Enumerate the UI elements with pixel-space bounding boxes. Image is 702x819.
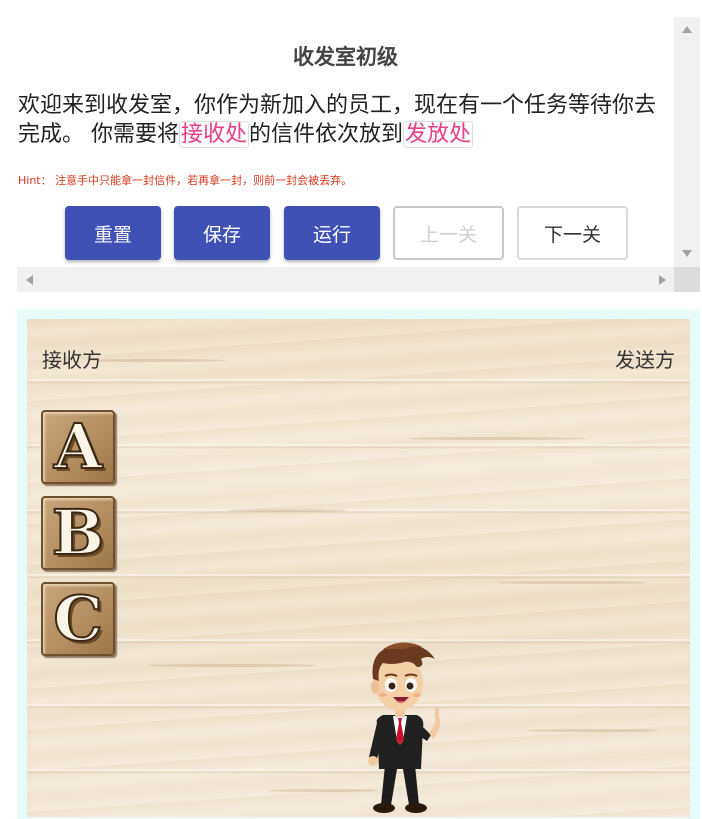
- scroll-left-icon[interactable]: [26, 275, 33, 285]
- send-area-highlight: 发放处: [403, 121, 474, 148]
- level-description: 欢迎来到收发室，你作为新加入的员工，现在有一个任务等待你去完成。 你需要将接收处…: [18, 91, 674, 149]
- letter-b-label: B: [51, 496, 105, 569]
- save-button[interactable]: 保存: [174, 206, 270, 260]
- instruction-panel: 收发室初级 欢迎来到收发室，你作为新加入的员工，现在有一个任务等待你去完成。 你…: [17, 17, 700, 292]
- wood-grain: [147, 664, 317, 667]
- instruction-content: 收发室初级 欢迎来到收发室，你作为新加入的员工，现在有一个任务等待你去完成。 你…: [17, 17, 674, 267]
- scroll-up-icon[interactable]: [682, 26, 692, 33]
- wood-grain: [87, 359, 227, 362]
- scrollbar-corner: [674, 267, 700, 292]
- scroll-down-icon[interactable]: [682, 250, 692, 257]
- receive-area-highlight: 接收处: [179, 121, 250, 148]
- letter-c-label: C: [52, 582, 103, 655]
- next-level-button[interactable]: 下一关: [517, 206, 628, 260]
- scroll-right-icon[interactable]: [659, 275, 666, 285]
- description-text-2: 的信件依次放到: [249, 122, 404, 147]
- reset-button[interactable]: 重置: [65, 206, 161, 260]
- wood-grain: [227, 509, 347, 512]
- letter-block-c[interactable]: C: [41, 582, 115, 656]
- wood-grain: [407, 437, 587, 440]
- game-board: 接收方 发送方 A B C: [27, 319, 690, 817]
- run-button[interactable]: 运行: [284, 206, 380, 260]
- horizontal-scrollbar[interactable]: [17, 267, 674, 292]
- vertical-scrollbar[interactable]: [674, 17, 700, 267]
- sender-label: 发送方: [615, 348, 675, 372]
- wood-grain: [527, 729, 657, 732]
- game-frame: 接收方 发送方 A B C: [17, 309, 700, 819]
- previous-level-button[interactable]: 上一关: [393, 206, 504, 260]
- hint-text: Hint： 注意手中只能拿一封信件，若再拿一封，则前一封会被丢弃。: [18, 174, 353, 187]
- wood-grain: [497, 581, 647, 584]
- letter-block-b[interactable]: B: [41, 496, 115, 570]
- letter-block-a[interactable]: A: [41, 410, 115, 484]
- office-worker-icon: [368, 642, 441, 813]
- receiver-label: 接收方: [42, 348, 102, 372]
- level-title: 收发室初级: [293, 44, 398, 69]
- letter-a-label: A: [53, 410, 103, 483]
